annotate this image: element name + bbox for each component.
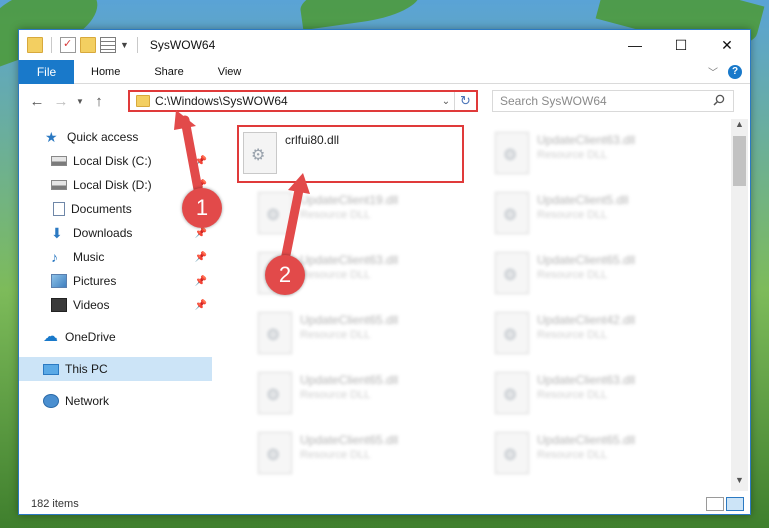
arrow-1-head	[174, 110, 196, 130]
arrow-2	[280, 180, 305, 265]
annotation-arrows	[174, 110, 310, 265]
step-2-badge: 2	[265, 255, 305, 295]
arrow-2-head	[288, 173, 310, 194]
step-1-badge: 1	[182, 188, 222, 228]
